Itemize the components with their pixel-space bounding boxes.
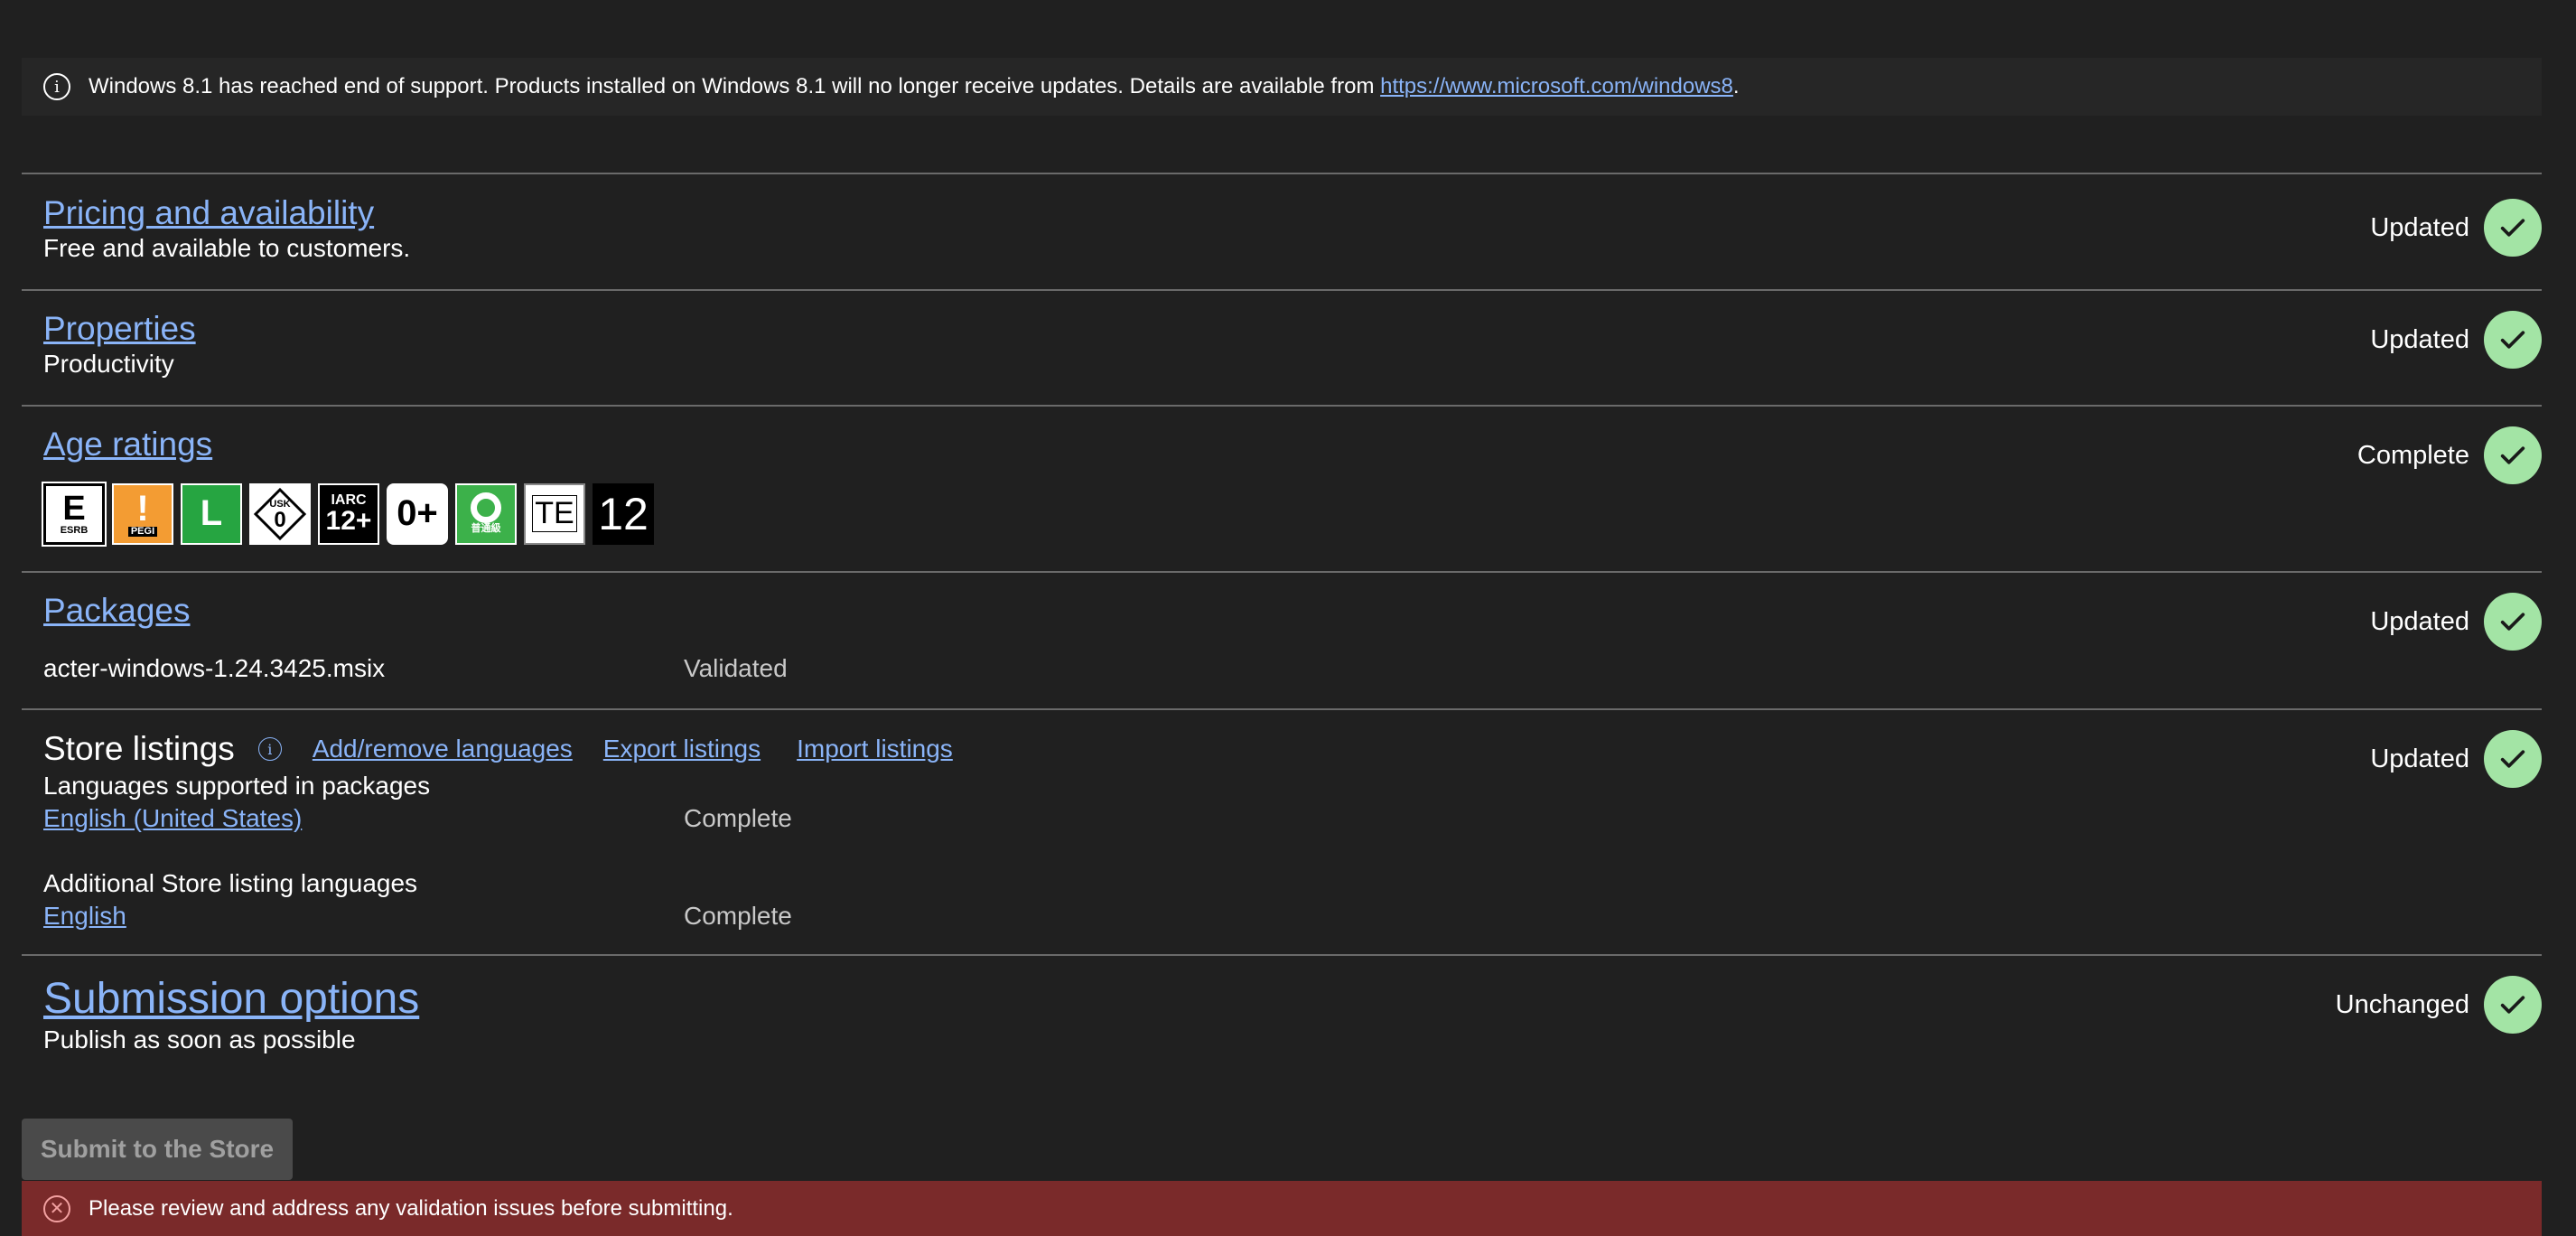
submission-options-link[interactable]: Submission options [43,975,419,1024]
properties-section: Properties Productivity [43,310,2542,379]
age-ratings-status: Complete [2357,426,2542,484]
packages-status-label: Updated [2370,606,2469,636]
additional-language-link[interactable]: English [43,902,126,931]
rating-12-badge: 12 [593,482,654,545]
packages-section: Packages [43,592,2542,630]
properties-status-label: Updated [2370,324,2469,354]
pegi-badge: ! PEGI [112,482,173,545]
submission-status-label: Unchanged [2335,989,2469,1019]
submit-to-store-button[interactable]: Submit to the Store [22,1119,293,1180]
package-file: acter-windows-1.24.3425.msix [43,654,386,682]
notice-link[interactable]: https://www.microsoft.com/windows8 [1380,74,1733,98]
error-icon: ✕ [43,1194,70,1222]
properties-status: Updated [2370,311,2542,369]
pricing-section: Pricing and availability Free and availa… [43,194,2542,263]
check-icon [2484,426,2542,484]
gsrr-general-badge: 普通級 [455,482,517,545]
info-icon[interactable]: i [257,737,282,761]
acb-0-badge: 0+ [387,482,448,545]
pricing-subtitle: Free and available to customers. [43,233,411,262]
iarc-12-badge: IARC 12+ [318,482,379,545]
pricing-status: Updated [2370,199,2542,257]
check-icon [2484,311,2542,369]
store-listings-header: Store listings i Add/remove languages Ex… [43,730,953,768]
divider [22,954,2542,956]
divider [22,571,2542,573]
check-icon [2484,730,2542,788]
store-listings-title: Store listings [43,730,235,767]
te-badge: TE [524,482,585,545]
notice-text: Windows 8.1 has reached end of support. … [89,74,1740,98]
divider [22,173,2542,174]
supported-language-status: Complete [684,804,792,832]
export-listings-link[interactable]: Export listings [603,735,761,763]
classind-l-badge: L [181,482,242,545]
additional-languages-label: Additional Store listing languages [43,869,418,897]
submission-status: Unchanged [2336,976,2542,1034]
submission-subtitle: Publish as soon as possible [43,1025,356,1053]
divider [22,708,2542,710]
age-ratings-section: Age ratings E ESRB ! PEGI L USK 0 IARC 1… [42,426,2542,547]
properties-link[interactable]: Properties [43,310,196,348]
check-icon [2484,976,2542,1034]
submission-section: Submission options Publish as soon as po… [43,975,2542,1054]
supported-languages-label: Languages supported in packages [43,772,431,800]
supported-language-link[interactable]: English (United States) [43,804,302,833]
age-ratings-status-label: Complete [2357,440,2469,470]
info-icon: i [43,73,70,100]
pricing-link[interactable]: Pricing and availability [43,194,374,232]
end-of-support-notice: i Windows 8.1 has reached end of support… [22,58,2542,116]
add-remove-languages-link[interactable]: Add/remove languages [313,735,573,763]
pricing-status-label: Updated [2370,212,2469,242]
package-file-status: Validated [684,654,788,682]
additional-language-status: Complete [684,902,792,930]
divider [22,405,2542,407]
packages-status: Updated [2370,593,2542,651]
packages-link[interactable]: Packages [43,592,191,630]
validation-error-bar: ✕ Please review and address any validati… [22,1181,2542,1236]
divider [22,289,2542,291]
age-ratings-link[interactable]: Age ratings [43,426,212,464]
check-icon [2484,199,2542,257]
import-listings-link[interactable]: Import listings [797,735,953,763]
check-icon [2484,593,2542,651]
usk-0-badge: USK 0 [249,482,311,545]
store-listings-status: Updated [2370,730,2542,788]
error-text: Please review and address any validation… [89,1195,733,1221]
properties-subtitle: Productivity [43,349,174,378]
esrb-e-badge: E ESRB [42,481,107,547]
rating-badges: E ESRB ! PEGI L USK 0 IARC 12+ 0+ 普通級 TE… [42,481,2542,547]
store-listings-status-label: Updated [2370,744,2469,773]
